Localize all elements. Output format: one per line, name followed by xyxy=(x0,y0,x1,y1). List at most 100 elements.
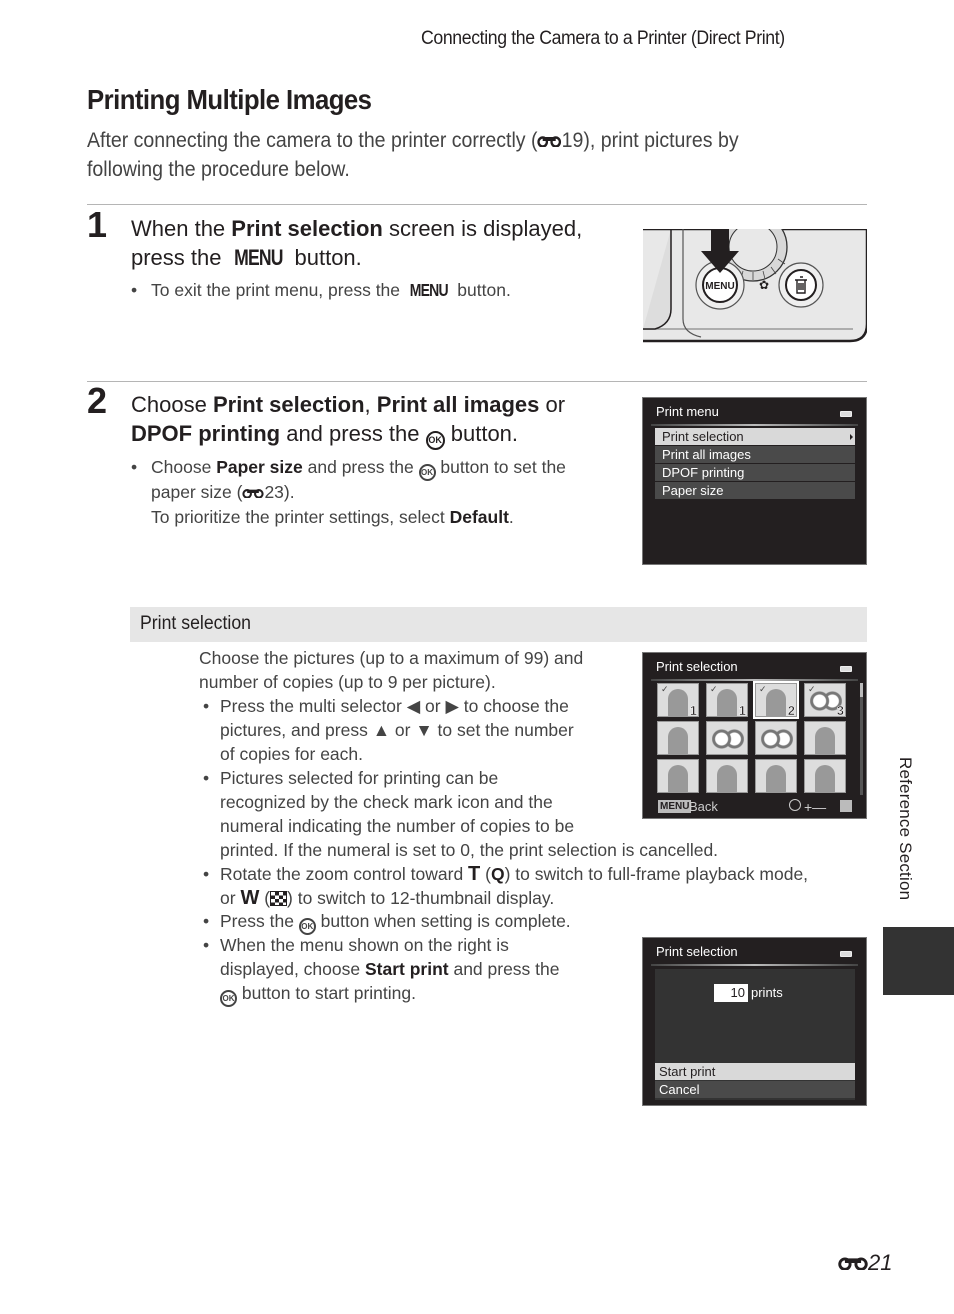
section-intro: Choose the pictures (up to a maximum of … xyxy=(199,646,583,694)
submenu-arrow-icon xyxy=(850,434,853,440)
check-mark-icon: ✓ xyxy=(808,684,816,694)
text: Choose xyxy=(131,392,213,417)
bold-term: Print selection xyxy=(212,392,365,417)
bold-term: Paper size xyxy=(216,457,303,477)
divider xyxy=(87,204,867,205)
text: When the xyxy=(131,216,232,241)
print-selection-thumbnail-screen: Print selection ✓ 1 ✓ 1 ✓ 2 ✓ 3 MENU Back +— xyxy=(642,652,867,819)
bullet-dot: • xyxy=(203,911,210,931)
thumbnail[interactable] xyxy=(706,721,748,755)
scrollbar[interactable] xyxy=(860,683,863,795)
footer-menu-badge: MENU xyxy=(658,800,692,813)
check-mark-icon: ✓ xyxy=(661,684,669,694)
thumbnail[interactable] xyxy=(657,759,699,793)
zoom-icon xyxy=(840,800,852,812)
bullet-dot: • xyxy=(131,457,138,477)
zoom-magnifier-icon: Q xyxy=(490,864,505,884)
text: Choose xyxy=(151,457,217,477)
person-image xyxy=(766,765,786,792)
thumbnail[interactable] xyxy=(755,721,797,755)
text: and press the xyxy=(448,959,560,979)
text-line: Press the multi selector ◀ or ▶ to choos… xyxy=(220,696,569,716)
text-line: displayed, choose Start print and press … xyxy=(220,957,560,981)
screen-title: Print selection xyxy=(656,659,738,674)
text: button when setting is complete. xyxy=(315,911,571,931)
section-title: Print selection xyxy=(140,613,251,634)
screen-divider xyxy=(651,964,858,966)
text: displayed, choose xyxy=(220,959,365,979)
wide-label: W xyxy=(240,887,260,909)
thumbnail[interactable] xyxy=(706,759,748,793)
ref-page-link[interactable]: 23 xyxy=(264,482,283,502)
bullet-text: Press the OK button when setting is comp… xyxy=(220,909,571,935)
text-line: printed. If the numeral is set to 0, the… xyxy=(220,840,719,860)
bullet-text: Press the multi selector ◀ or ▶ to choos… xyxy=(220,694,574,766)
menu-button-glyph: MENU xyxy=(233,245,283,270)
screen-title: Print menu xyxy=(656,404,719,419)
copy-count: 2 xyxy=(787,703,796,717)
person-image xyxy=(717,765,737,792)
thumbnail[interactable] xyxy=(657,721,699,755)
print-count-field[interactable]: 10 xyxy=(714,984,748,1002)
bullet-item: • To exit the print menu, press the MENU… xyxy=(131,278,611,302)
thumbnail[interactable] xyxy=(755,759,797,793)
camera-back-illustration: MENU ✿ xyxy=(643,229,867,343)
bullet-dot: • xyxy=(203,935,210,955)
text-line: Rotate the zoom control toward T (Q) to … xyxy=(220,863,809,885)
intro-ref-page[interactable]: 19 xyxy=(562,129,584,152)
text-line: When the menu shown on the right is xyxy=(220,935,509,955)
ok-button-icon: OK xyxy=(418,464,436,481)
copy-count: 1 xyxy=(738,703,747,717)
divider xyxy=(87,381,867,382)
text: button to start printing. xyxy=(237,983,416,1003)
text: and press the xyxy=(280,421,426,446)
menu-item-print-selection[interactable]: Print selection xyxy=(655,428,855,445)
person-image xyxy=(815,727,835,754)
svg-text:MENU: MENU xyxy=(705,281,734,292)
text: button to set the xyxy=(435,457,566,477)
thumbnail[interactable]: ✓ 1 xyxy=(657,683,699,717)
reference-binoculars-icon xyxy=(242,489,265,498)
thumbnail[interactable]: ✓ 3 xyxy=(804,683,846,717)
ok-button-icon: OK xyxy=(425,431,445,450)
menu-item-paper-size[interactable]: Paper size xyxy=(655,482,855,499)
text: to switch to full-frame playback mode, xyxy=(510,864,809,884)
screen-divider xyxy=(651,424,858,426)
bullet-text: Rotate the zoom control toward T (Q) to … xyxy=(220,862,808,910)
running-head: Connecting the Camera to a Printer (Dire… xyxy=(421,28,785,49)
menu-item-dpof-printing[interactable]: DPOF printing xyxy=(655,464,855,481)
person-image xyxy=(766,689,786,716)
step-heading: When the Print selection screen is displ… xyxy=(131,214,621,272)
copy-count: 3 xyxy=(836,703,845,717)
battery-icon xyxy=(840,666,852,672)
bold-term: Print selection xyxy=(231,216,383,241)
thumbnail[interactable] xyxy=(804,721,846,755)
text: . xyxy=(508,507,514,527)
menu-item-print-all-images[interactable]: Print all images xyxy=(655,446,855,463)
text-line: of copies for each. xyxy=(220,744,363,764)
thumbnail[interactable]: ✓ 1 xyxy=(706,683,748,717)
bullet-text: To exit the print menu, press the MENU b… xyxy=(151,278,511,302)
text: paper size ( xyxy=(151,482,243,502)
bold-term: Start print xyxy=(364,959,449,979)
side-tab-label: Reference Section xyxy=(896,757,915,901)
person-image xyxy=(668,689,688,716)
step-number: 2 xyxy=(87,380,108,421)
thumbnail[interactable]: ✓ 2 xyxy=(753,681,799,719)
menu-item-start-print[interactable]: Start print xyxy=(655,1063,855,1080)
menu-item-cancel[interactable]: Cancel xyxy=(655,1081,855,1098)
text-line: Choose the pictures (up to a maximum of … xyxy=(199,648,584,668)
step-number: 1 xyxy=(87,204,108,245)
bold-term: Default xyxy=(449,507,509,527)
screen-divider xyxy=(651,679,858,681)
bold-term: DPOF printing xyxy=(131,421,281,446)
person-image xyxy=(717,689,737,716)
person-image xyxy=(815,765,835,792)
thumbnail[interactable] xyxy=(804,759,846,793)
copy-count: 1 xyxy=(689,703,698,717)
scrollbar-thumb[interactable] xyxy=(860,683,863,697)
section-header: Print selection xyxy=(130,607,867,642)
text: button. xyxy=(288,245,362,270)
bullet-item: • Choose Paper size and press the OK but… xyxy=(131,455,611,530)
text-line: number of copies (up to 9 per picture). xyxy=(199,672,496,692)
